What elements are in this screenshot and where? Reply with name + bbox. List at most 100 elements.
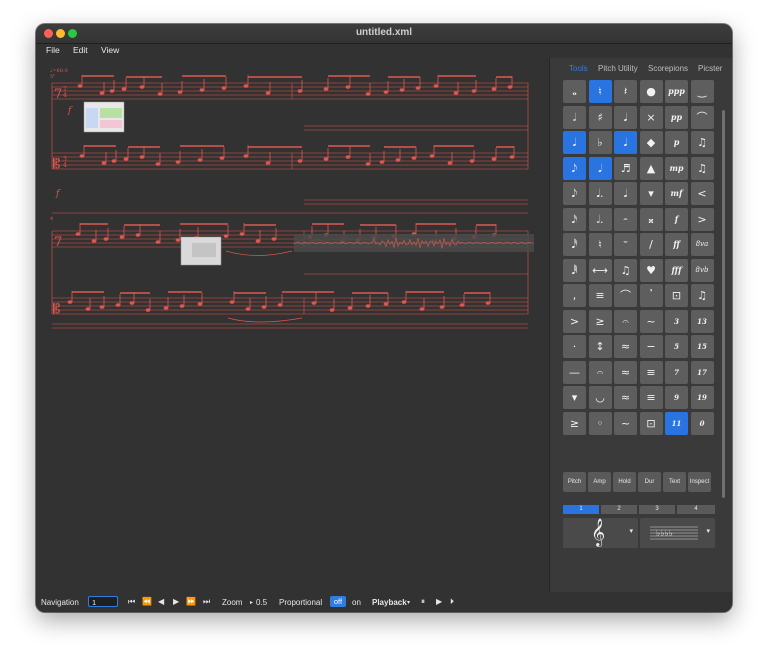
- tool-button[interactable]: ↕: [588, 335, 612, 358]
- tool-button[interactable]: ≡: [588, 284, 612, 307]
- tool-button[interactable]: ⟷: [588, 258, 612, 282]
- tool-button-dynamic[interactable]: ff: [665, 233, 688, 256]
- tool-button[interactable]: 𝄼: [614, 207, 637, 231]
- tool-button[interactable]: 𝅘𝅥: [563, 131, 586, 154]
- tab-picster[interactable]: Picster: [698, 64, 722, 73]
- tool-button[interactable]: 𝅘𝅥.: [588, 182, 612, 205]
- fast-forward-icon[interactable]: ⏩: [186, 597, 196, 606]
- tool-button[interactable]: ▾: [639, 182, 663, 205]
- tool-button-dynamic[interactable]: ppp: [665, 80, 688, 103]
- proportional-off-button[interactable]: off: [330, 596, 346, 607]
- tool-button-dynamic[interactable]: p: [665, 131, 688, 154]
- number-tab-4[interactable]: 4: [677, 505, 715, 514]
- tool-button-dynamic[interactable]: mp: [665, 156, 688, 180]
- tool-button[interactable]: 𝄐: [588, 360, 612, 384]
- tool-button[interactable]: ~: [614, 411, 637, 435]
- tool-button-tuplet[interactable]: 19: [690, 386, 714, 409]
- tool-button[interactable]: ≈: [614, 386, 637, 409]
- play-icon[interactable]: ▶: [436, 597, 442, 606]
- tool-button-dynamic[interactable]: mf: [665, 182, 688, 205]
- tool-button[interactable]: 𝅘𝅥𝅮: [563, 156, 586, 180]
- tool-button-tuplet[interactable]: 17: [690, 360, 714, 384]
- tool-button[interactable]: ♥: [639, 258, 663, 282]
- tool-button-tuplet[interactable]: 9: [665, 386, 688, 409]
- tool-button[interactable]: 𝅘𝅥𝅰: [563, 233, 586, 256]
- tool-button-tuplet[interactable]: 11: [665, 411, 688, 435]
- tool-button[interactable]: /: [639, 233, 663, 256]
- tool-button[interactable]: 𝅘𝅥: [614, 105, 637, 129]
- tool-button[interactable]: 𝅗𝅥.: [588, 207, 612, 231]
- tool-button[interactable]: 𝅘𝅥𝅱: [563, 258, 586, 282]
- tool-button[interactable]: ≡: [639, 360, 663, 384]
- tool-button[interactable]: 𝄒: [639, 284, 663, 307]
- tool-button[interactable]: ♯: [588, 105, 612, 129]
- tool-button[interactable]: ♮: [588, 233, 612, 256]
- panel-scrollbar[interactable]: [722, 110, 725, 498]
- rewind-icon[interactable]: ⏪: [142, 597, 152, 606]
- score-canvas[interactable]: 7 24 𝄡 34 7 𝄡 f f ♩=60.0 5" 4: [42, 60, 548, 598]
- next-icon[interactable]: ▶: [173, 597, 179, 606]
- tool-button[interactable]: ≥: [588, 309, 612, 333]
- tool-button[interactable]: ♫: [614, 258, 637, 282]
- tool-button[interactable]: —: [563, 360, 586, 384]
- tool-button[interactable]: 𝄐: [614, 309, 637, 333]
- last-page-icon[interactable]: ⏭: [203, 597, 210, 607]
- menu-edit[interactable]: Edit: [73, 45, 88, 55]
- tool-button[interactable]: ◆: [639, 131, 663, 154]
- tool-button[interactable]: >: [690, 207, 714, 231]
- tool-button-dynamic[interactable]: f: [665, 207, 688, 231]
- first-page-icon[interactable]: ⏮: [128, 597, 135, 607]
- tool-button[interactable]: ♭: [588, 131, 612, 154]
- tool-button[interactable]: 𝅗𝅥: [563, 105, 586, 129]
- number-tab-1[interactable]: 1: [563, 505, 599, 514]
- pause-icon[interactable]: ⏸: [421, 597, 425, 607]
- tool-button[interactable]: ♬: [614, 156, 637, 180]
- number-tab-3[interactable]: 3: [639, 505, 675, 514]
- text-mode-button[interactable]: Text: [663, 472, 686, 492]
- tool-button[interactable]: ⌒: [614, 284, 637, 307]
- tool-button[interactable]: 𝄽: [614, 80, 637, 103]
- tool-button[interactable]: 𝅘𝅥𝅮: [563, 182, 586, 205]
- tool-button[interactable]: ≥: [563, 411, 586, 435]
- tool-button[interactable]: 𝅘𝅥: [614, 182, 637, 205]
- number-tab-2[interactable]: 2: [601, 505, 637, 514]
- tool-button[interactable]: ⌒: [690, 105, 714, 129]
- menu-file[interactable]: File: [46, 45, 60, 55]
- tool-button-dynamic[interactable]: ⊡: [665, 284, 688, 307]
- tool-button[interactable]: ◦: [588, 411, 612, 435]
- tool-button[interactable]: ×: [639, 105, 663, 129]
- key-signature-selector[interactable]: ♭♭♭♭ ▾: [640, 518, 715, 548]
- tool-button[interactable]: ◡: [588, 386, 612, 409]
- menu-view[interactable]: View: [101, 45, 119, 55]
- tool-button-tuplet[interactable]: 13: [690, 309, 714, 333]
- tool-button[interactable]: ⊡: [639, 411, 663, 435]
- tool-button-tuplet[interactable]: 3: [665, 309, 688, 333]
- pitch-mode-button[interactable]: Pitch: [563, 472, 586, 492]
- tool-button-tuplet[interactable]: 7: [665, 360, 688, 384]
- tool-button[interactable]: ♮: [588, 80, 612, 103]
- tool-button[interactable]: ▲: [639, 156, 663, 180]
- amp-mode-button[interactable]: Amp: [588, 472, 611, 492]
- tool-button-dynamic[interactable]: 8va: [690, 233, 714, 256]
- tool-button[interactable]: 𝅘𝅥: [588, 156, 612, 180]
- tool-button[interactable]: ≡: [639, 386, 663, 409]
- hold-mode-button[interactable]: Hold: [613, 472, 636, 492]
- playback-menu[interactable]: Playback: [372, 598, 407, 607]
- zoom-value[interactable]: 0.5: [256, 598, 267, 607]
- tool-button-dynamic[interactable]: fff: [665, 258, 688, 282]
- tool-button[interactable]: ≈: [614, 335, 637, 358]
- tool-button-dynamic[interactable]: pp: [665, 105, 688, 129]
- inspect-mode-button[interactable]: Inspect: [688, 472, 711, 492]
- tab-pitch-utility[interactable]: Pitch Utility: [598, 64, 638, 73]
- zoom-stepper-icon[interactable]: ▸: [250, 599, 253, 606]
- tool-button[interactable]: ●: [639, 80, 663, 103]
- tool-button[interactable]: ▾: [563, 386, 586, 409]
- clef-selector[interactable]: 𝄞 ▾: [563, 518, 638, 548]
- tool-button[interactable]: 𝅘𝅥: [614, 131, 637, 154]
- tab-scorepions[interactable]: Scorepions: [648, 64, 688, 73]
- dur-mode-button[interactable]: Dur: [638, 472, 661, 492]
- tool-button[interactable]: ♫: [690, 284, 714, 307]
- tool-button-tuplet[interactable]: 0: [690, 411, 714, 435]
- tool-button[interactable]: 𝄪: [639, 207, 663, 231]
- tool-button[interactable]: ~: [639, 309, 663, 333]
